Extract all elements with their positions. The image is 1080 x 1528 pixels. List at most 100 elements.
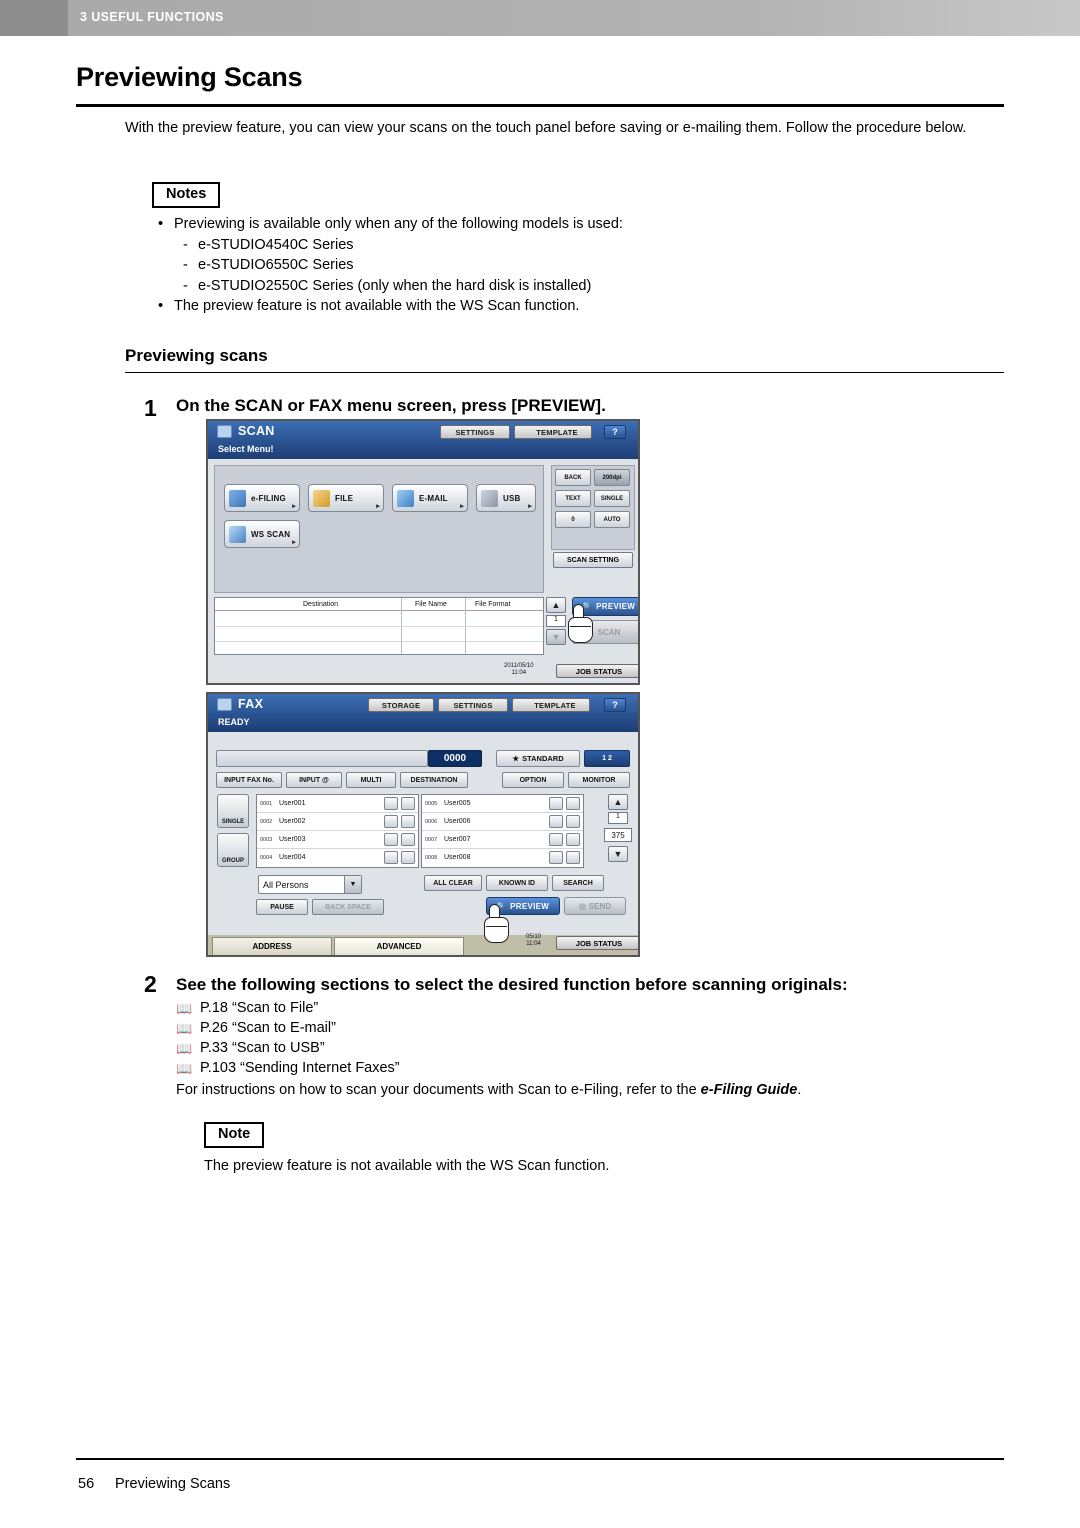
mail-icon[interactable] xyxy=(401,851,415,864)
ws-scan-button[interactable]: WS SCAN ▸ xyxy=(224,520,300,548)
fax-help-button[interactable]: ? xyxy=(604,698,626,712)
option-button[interactable]: OPTION xyxy=(502,772,564,788)
input-fax-no-button[interactable]: INPUT FAX No. xyxy=(216,772,282,788)
fax-subtitle: READY xyxy=(218,717,250,727)
col-destination: Destination xyxy=(303,601,339,608)
list-item[interactable]: 0004 User004 xyxy=(257,849,418,867)
quick-density-button[interactable]: 0 xyxy=(555,511,591,528)
monitor-button[interactable]: MONITOR xyxy=(568,772,630,788)
step-1-text: On the SCAN or FAX menu screen, press [P… xyxy=(176,396,606,415)
scan-settings-button[interactable]: SETTINGS xyxy=(440,425,510,439)
reference-item[interactable]: 📖 P.103 “Sending Internet Faxes” xyxy=(176,1058,996,1078)
fax-scroll-up-button[interactable]: ▲ xyxy=(608,794,628,810)
list-item[interactable]: 0001 User001 xyxy=(257,795,418,813)
group-filter-value: All Persons xyxy=(263,879,309,890)
group-button[interactable]: GROUP xyxy=(217,833,249,867)
address-list-left[interactable]: 0001 User001 0002 User002 0003 User003 0… xyxy=(256,794,419,868)
mail-icon[interactable] xyxy=(566,815,580,828)
reference-item[interactable]: 📖 P.33 “Scan to USB” xyxy=(176,1038,996,1058)
search-button[interactable]: SEARCH xyxy=(552,875,604,891)
mail-icon[interactable] xyxy=(566,797,580,810)
reference-label: P.26 “Scan to E-mail” xyxy=(200,1020,336,1036)
quick-single-button[interactable]: SINGLE xyxy=(594,490,630,507)
scroll-down-button[interactable]: ▼ xyxy=(546,629,566,645)
fax-number-input[interactable] xyxy=(216,750,428,767)
notes-list: Previewing is available only when any of… xyxy=(152,214,1012,317)
scan-quick-settings-pad: BACK 200dpi TEXT SINGLE 0 AUTO xyxy=(551,465,635,550)
quick-text-button[interactable]: TEXT xyxy=(555,490,591,507)
multi-button[interactable]: MULTI xyxy=(346,772,396,788)
fax-page-indicator: 1 xyxy=(608,812,628,824)
single-button[interactable]: SINGLE xyxy=(217,794,249,828)
scan-template-button[interactable]: TEMPLATE xyxy=(514,425,592,439)
fax-icon[interactable] xyxy=(549,797,563,810)
scan-subtitle: Select Menu! xyxy=(218,444,274,454)
mail-icon[interactable] xyxy=(566,833,580,846)
address-list-right[interactable]: 0005 User005 0006 User006 0007 User007 0… xyxy=(421,794,584,868)
list-item[interactable]: 0005 User005 xyxy=(422,795,583,813)
reference-item[interactable]: 📖 P.18 “Scan to File” xyxy=(176,998,996,1018)
book-icon: 📖 xyxy=(176,1041,193,1056)
fax-icon[interactable] xyxy=(549,815,563,828)
list-item[interactable]: 0008 User008 xyxy=(422,849,583,867)
chevron-down-icon[interactable]: ▼ xyxy=(344,876,361,893)
all-clear-button[interactable]: ALL CLEAR xyxy=(424,875,482,891)
scan-help-button[interactable]: ? xyxy=(604,425,626,439)
title-rule xyxy=(76,104,1004,107)
scan-job-status-button[interactable]: JOB STATUS xyxy=(556,664,638,678)
chevron-right-icon: ▸ xyxy=(528,503,532,510)
fax-storage-button[interactable]: STORAGE xyxy=(368,698,434,712)
list-item[interactable]: 0002 User002 xyxy=(257,813,418,831)
scroll-up-button[interactable]: ▲ xyxy=(546,597,566,613)
list-item[interactable]: 0007 User007 xyxy=(422,831,583,849)
list-item-name: User005 xyxy=(444,800,471,807)
tab-address[interactable]: ADDRESS xyxy=(212,937,332,955)
fax-template-button[interactable]: TEMPLATE xyxy=(512,698,590,712)
mail-icon[interactable] xyxy=(401,833,415,846)
fax-job-status-button[interactable]: JOB STATUS xyxy=(556,936,638,950)
fax-scroll-down-button[interactable]: ▼ xyxy=(608,846,628,862)
reference-label: P.103 “Sending Internet Faxes” xyxy=(200,1060,400,1076)
file-button[interactable]: FILE ▸ xyxy=(308,484,384,512)
note-line: e-STUDIO4540C Series xyxy=(152,235,1012,256)
quick-auto-button[interactable]: AUTO xyxy=(594,511,630,528)
tab-advanced[interactable]: ADVANCED xyxy=(334,937,464,955)
fax-send-button[interactable]: ◎ SEND xyxy=(564,897,626,915)
group-filter-select[interactable]: All Persons ▼ xyxy=(258,875,362,894)
scan-setting-button[interactable]: SCAN SETTING xyxy=(553,552,633,568)
fax-icon[interactable] xyxy=(384,815,398,828)
email-button[interactable]: E-MAIL ▸ xyxy=(392,484,468,512)
scan-clock: 2011/05/10 11:04 xyxy=(504,663,534,677)
fax-icon[interactable] xyxy=(384,833,398,846)
list-item[interactable]: 0006 User006 xyxy=(422,813,583,831)
back-space-button[interactable]: BACK SPACE xyxy=(312,899,384,915)
usb-button[interactable]: USB ▸ xyxy=(476,484,536,512)
fax-icon[interactable] xyxy=(384,797,398,810)
list-item-name: User004 xyxy=(279,854,306,861)
mail-icon[interactable] xyxy=(401,797,415,810)
efiling-post-text: . xyxy=(797,1082,802,1098)
chevron-right-icon: ▸ xyxy=(460,503,464,510)
mail-icon[interactable] xyxy=(401,815,415,828)
fax-icon[interactable] xyxy=(384,851,398,864)
fax-icon[interactable] xyxy=(549,851,563,864)
quick-back-button[interactable]: BACK xyxy=(555,469,591,486)
pause-button[interactable]: PAUSE xyxy=(256,899,308,915)
fax-settings-button[interactable]: SETTINGS xyxy=(438,698,508,712)
known-id-button[interactable]: KNOWN ID xyxy=(486,875,548,891)
quick-resolution-button[interactable]: 200dpi xyxy=(594,469,630,486)
list-item[interactable]: 0003 User003 xyxy=(257,831,418,849)
fax-quality-button[interactable]: ★ STANDARD xyxy=(496,750,580,767)
header-dark-cap xyxy=(0,0,68,36)
scan-clock-date: 2011/05/10 xyxy=(504,663,534,669)
fax-line-indicator: 1 2 xyxy=(584,750,630,767)
list-item-index: 0002 xyxy=(260,819,273,825)
reference-item[interactable]: 📖 P.26 “Scan to E-mail” xyxy=(176,1018,996,1038)
mail-icon[interactable] xyxy=(566,851,580,864)
fax-icon[interactable] xyxy=(549,833,563,846)
efiling-button[interactable]: e-FILING ▸ xyxy=(224,484,300,512)
col-fileformat: File Format xyxy=(475,601,511,608)
input-at-button[interactable]: INPUT @ xyxy=(286,772,342,788)
list-item-index: 0008 xyxy=(425,855,438,861)
destination-button[interactable]: DESTINATION xyxy=(400,772,468,788)
